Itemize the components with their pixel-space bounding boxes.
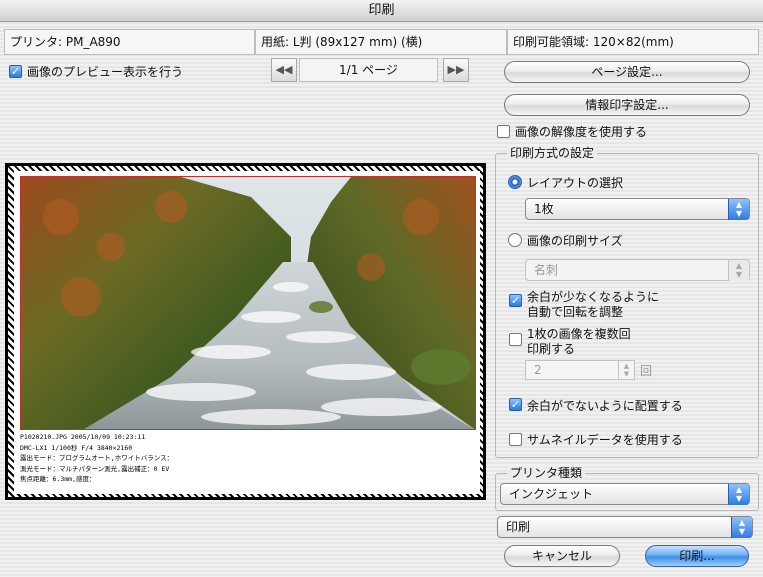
- river-photo-image: [21, 177, 475, 429]
- print-size-radio[interactable]: [508, 233, 522, 247]
- meta-line: DMC-LX1 1/100秒 F/4 3840×2160: [20, 443, 133, 452]
- printer-type-value: インクジェット: [509, 487, 594, 501]
- auto-rotate-label-2: 自動で回転を調整: [527, 305, 624, 319]
- multi-copy-checkbox[interactable]: [509, 333, 522, 346]
- rewind-icon: ◀◀: [275, 63, 293, 76]
- paper-info: 用紙: L判 (89x127 mm) (横): [255, 29, 507, 55]
- chevron-updown-icon: ▲ ▼: [731, 517, 752, 538]
- chevron-updown-icon: ▲ ▼: [728, 260, 749, 281]
- thumbnail-label: サムネイルデータを使用する: [527, 433, 683, 447]
- printer-type-title: プリンタ種類: [507, 466, 586, 480]
- prev-page-button[interactable]: ◀◀: [271, 58, 297, 82]
- layout-select-value: 1枚: [534, 202, 554, 216]
- printable-area-info: 印刷可能領域: 120×82(mm): [507, 29, 759, 55]
- print-size-select-value: 名刺: [534, 263, 559, 277]
- print-size-radio-label: 画像の印刷サイズ: [527, 234, 623, 248]
- stepper-arrows-icon[interactable]: ▲ ▼: [618, 361, 634, 379]
- info-print-settings-label: 情報印字設定...: [585, 98, 669, 112]
- printable-area: 印刷可能領域: 120×82(mm): [513, 35, 674, 49]
- thumbnail-checkbox[interactable]: [509, 433, 522, 446]
- meta-line: 測光モード：マルチパターン測光,露出補正：0 EV: [20, 464, 170, 473]
- printer-type-select[interactable]: インクジェット ▲ ▼: [500, 483, 750, 505]
- cancel-button[interactable]: キャンセル: [504, 545, 620, 567]
- meta-line: 焦点距離：6.3mm,感度：: [20, 475, 96, 483]
- preview-photo: [20, 176, 476, 430]
- print-mode-select[interactable]: 印刷 ▲ ▼: [497, 516, 753, 538]
- page-indicator: 1/1 ページ: [299, 58, 438, 82]
- meta-line: 露出モード：プログラムオート,ホワイトバランス：: [20, 454, 174, 462]
- preview-photo-metadata: P1020210.JPG 2005/10/09 10:23:11 DMC-LX1…: [20, 432, 476, 485]
- chevron-updown-icon: ▲ ▼: [728, 199, 749, 220]
- use-resolution-label: 画像の解像度を使用する: [515, 125, 648, 139]
- copies-unit: 回: [640, 364, 653, 378]
- auto-rotate-checkbox[interactable]: ✓: [509, 294, 522, 307]
- chevron-updown-icon: ▲ ▼: [728, 484, 749, 505]
- page-setup-button[interactable]: ページ設定...: [504, 61, 750, 83]
- no-margin-label: 余白がでないように配置する: [527, 399, 683, 413]
- fast-forward-icon: ▶▶: [447, 63, 465, 76]
- layout-select[interactable]: 1枚 ▲ ▼: [525, 198, 750, 220]
- auto-rotate-label-1: 余白が少なくなるように: [527, 290, 660, 304]
- print-mode-value: 印刷: [506, 520, 531, 534]
- print-label: 印刷...: [679, 549, 715, 563]
- next-page-button[interactable]: ▶▶: [443, 58, 469, 82]
- meta-line: P1020210.JPG 2005/10/09 10:23:11: [20, 433, 146, 441]
- print-button[interactable]: 印刷...: [645, 545, 749, 567]
- multi-copy-label-1: 1枚の画像を複数回: [527, 327, 631, 341]
- page-indicator-text: 1/1 ページ: [339, 63, 398, 77]
- printer-info: プリンタ: PM_A890: [4, 29, 255, 55]
- copies-stepper[interactable]: 2 ▲ ▼: [525, 360, 635, 380]
- print-method-title: 印刷方式の設定: [507, 146, 598, 160]
- page-setup-label: ページ設定...: [591, 65, 663, 79]
- paper-size: 用紙: L判 (89x127 mm) (横): [261, 35, 423, 49]
- layout-radio[interactable]: [508, 175, 522, 189]
- multi-copy-label-2: 印刷する: [527, 342, 576, 356]
- layout-radio-label: レイアウトの選択: [527, 176, 624, 190]
- preview-checkbox[interactable]: ✓: [9, 65, 22, 78]
- cancel-label: キャンセル: [531, 549, 592, 563]
- window-title-bar[interactable]: 印刷: [0, 0, 763, 22]
- print-size-select[interactable]: 名刺 ▲ ▼: [525, 259, 750, 281]
- use-resolution-checkbox[interactable]: [497, 125, 510, 138]
- copies-value: 2: [534, 363, 542, 377]
- preview-checkbox-label: 画像のプレビュー表示を行う: [27, 65, 184, 79]
- no-margin-checkbox[interactable]: ✓: [509, 398, 522, 411]
- printer-name: プリンタ: PM_A890: [10, 35, 121, 49]
- info-print-settings-button[interactable]: 情報印字設定...: [504, 94, 750, 116]
- window-title: 印刷: [368, 3, 395, 18]
